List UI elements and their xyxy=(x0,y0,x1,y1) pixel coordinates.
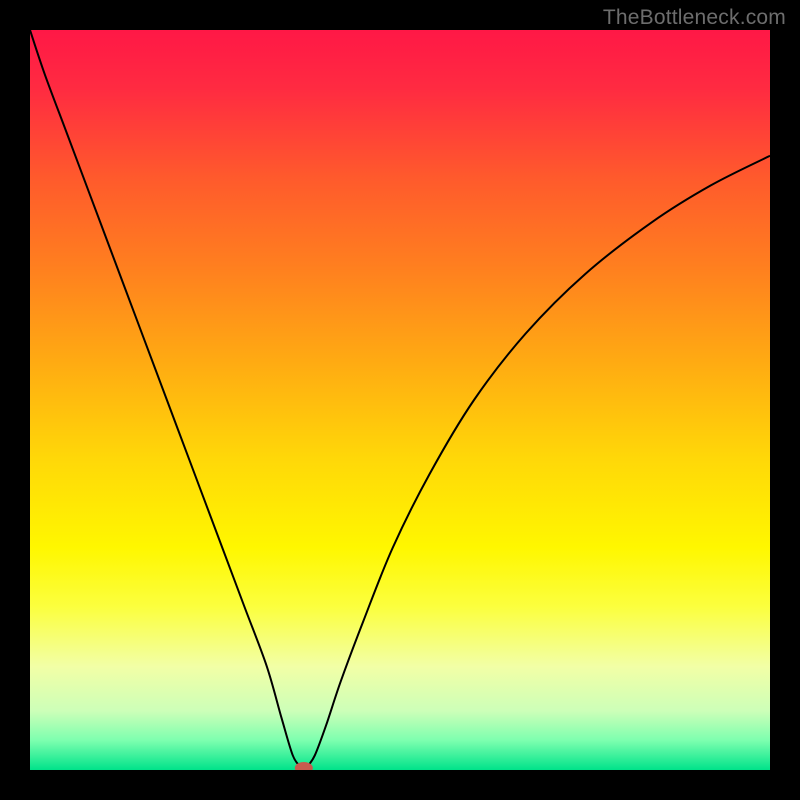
plot-area xyxy=(30,30,770,770)
gradient-background xyxy=(30,30,770,770)
chart-frame: TheBottleneck.com xyxy=(0,0,800,800)
watermark-text: TheBottleneck.com xyxy=(603,6,786,30)
chart-svg xyxy=(30,30,770,770)
